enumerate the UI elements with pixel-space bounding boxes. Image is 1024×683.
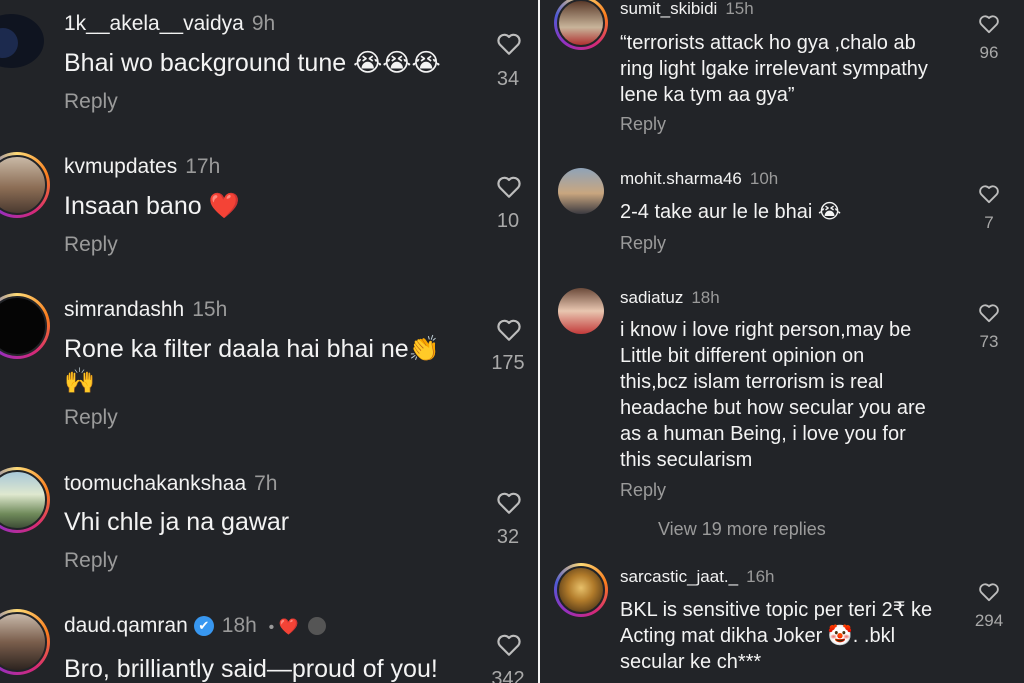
comment-meta: sumit_skibidi 15h	[620, 0, 754, 19]
username[interactable]: 1k__akela__vaidya	[64, 12, 244, 35]
username[interactable]: sadiatuz	[620, 288, 683, 307]
avatar[interactable]	[0, 293, 50, 359]
like-icon[interactable]	[978, 184, 1000, 204]
like-count: 294	[974, 611, 1004, 630]
like-icon[interactable]	[978, 582, 1000, 602]
comment-text-line-3: secular ke ch***	[620, 651, 762, 673]
like-icon[interactable]	[496, 175, 522, 199]
comment-text: Insaan bano ❤️	[64, 192, 240, 220]
like-icon[interactable]	[978, 303, 1000, 323]
liked-by-creator-indicator: • ❤️	[268, 619, 299, 636]
timestamp: 15h	[725, 0, 754, 18]
username[interactable]: kvmupdates	[64, 155, 177, 178]
comment-meta: mohit.sharma46 10h	[620, 169, 778, 189]
comment-text-line-3: this,bcz islam terrorism is real	[620, 371, 884, 393]
comment-text-line-5: as a human Being, i love you for	[620, 423, 906, 445]
comment-text-line-1: i know i love right person,may be	[620, 319, 912, 341]
comment-text-line-4: headache but how secular you are	[620, 397, 926, 419]
timestamp: 9h	[251, 12, 276, 35]
like-count: 7	[984, 213, 994, 232]
comment-text: Bro, brilliantly said—proud of you!	[64, 655, 438, 683]
reply-button[interactable]: Reply	[620, 233, 666, 254]
comment-meta: simrandashh 15h	[64, 298, 227, 322]
reply-button[interactable]: Reply	[64, 406, 118, 430]
comment-meta: sarcastic_jaat._ 16h	[620, 567, 775, 587]
like-icon[interactable]	[496, 491, 522, 515]
reply-button[interactable]: Reply	[64, 549, 118, 573]
timestamp: 7h	[254, 472, 278, 495]
username[interactable]: daud.qamran	[64, 614, 188, 637]
comment-text-line-1: “terrorists attack ho gya ,chalo ab	[620, 32, 916, 54]
avatar[interactable]	[558, 168, 604, 214]
reply-button[interactable]: Reply	[64, 233, 118, 257]
timestamp: 17h	[185, 155, 221, 178]
comment-text: Bhai wo background tune 😭😭😭	[64, 49, 441, 77]
like-icon[interactable]	[496, 633, 522, 657]
timestamp: 15h	[192, 298, 228, 321]
comment-meta: 1k__akela__vaidya 9h	[64, 12, 275, 36]
comment-meta: kvmupdates 17h	[64, 155, 220, 179]
avatar[interactable]	[558, 288, 604, 334]
reply-button[interactable]: Reply	[64, 90, 118, 114]
reply-button[interactable]: Reply	[620, 480, 666, 501]
comment-meta: sadiatuz 18h	[620, 288, 720, 308]
comments-panel-right: sumit_skibidi 15h “terrorists attack ho g…	[540, 0, 1024, 683]
comment-text-line-2: Little bit different opinion on	[620, 345, 865, 367]
like-count: 34	[496, 68, 520, 90]
username[interactable]: toomuchakankshaa	[64, 472, 246, 495]
like-icon[interactable]	[496, 32, 522, 56]
comment-text-line-1: BKL is sensitive topic per teri 2₹ ke	[620, 599, 933, 621]
username[interactable]: simrandashh	[64, 298, 184, 321]
reply-button[interactable]: Reply	[620, 114, 666, 135]
comment-text-line-6: this secularism	[620, 449, 753, 471]
view-more-replies-button[interactable]: View 19 more replies	[658, 519, 826, 540]
like-icon[interactable]	[496, 318, 522, 342]
comment-text: Vhi chle ja na gawar	[64, 508, 290, 536]
comment-meta: daud.qamran ✔ 18h • ❤️	[64, 614, 327, 638]
avatar[interactable]	[0, 609, 50, 675]
avatar[interactable]	[0, 14, 44, 68]
comments-panel-left: 1k__akela__vaidya 9h Bhai wo background t…	[0, 0, 540, 683]
comment-text-line-2: ring light lgake irrelevant sympathy	[620, 58, 928, 80]
like-count: 10	[496, 210, 520, 232]
comment-text-line-3: lene ka tym aa gya”	[620, 84, 795, 106]
like-count: 342	[491, 668, 525, 683]
comment-text: 2-4 take aur le le bhai 😭	[620, 201, 842, 223]
timestamp: 10h	[749, 169, 779, 188]
timestamp: 18h	[221, 614, 257, 637]
like-count: 32	[496, 526, 520, 548]
comment-text-line-2: Acting mat dikha Joker 🤡. .bkl	[620, 625, 896, 647]
avatar[interactable]	[0, 152, 50, 218]
username[interactable]: sumit_skibidi	[620, 0, 717, 18]
like-count: 175	[491, 352, 525, 374]
comment-text: Rone ka filter daala hai bhai ne👏	[64, 335, 440, 363]
like-count: 96	[979, 43, 999, 62]
verified-badge-icon: ✔	[193, 616, 214, 637]
avatar[interactable]	[554, 0, 608, 50]
comment-text-line-2: 🙌	[64, 367, 96, 395]
timestamp: 16h	[746, 567, 775, 586]
comment-meta: toomuchakankshaa 7h	[64, 472, 277, 496]
like-count: 73	[979, 332, 999, 351]
username[interactable]: mohit.sharma46	[620, 169, 742, 188]
creator-avatar	[308, 617, 327, 636]
like-icon[interactable]	[978, 14, 1000, 34]
avatar[interactable]	[554, 563, 608, 617]
avatar[interactable]	[0, 467, 50, 533]
timestamp: 18h	[691, 288, 720, 307]
username[interactable]: sarcastic_jaat._	[620, 567, 738, 586]
